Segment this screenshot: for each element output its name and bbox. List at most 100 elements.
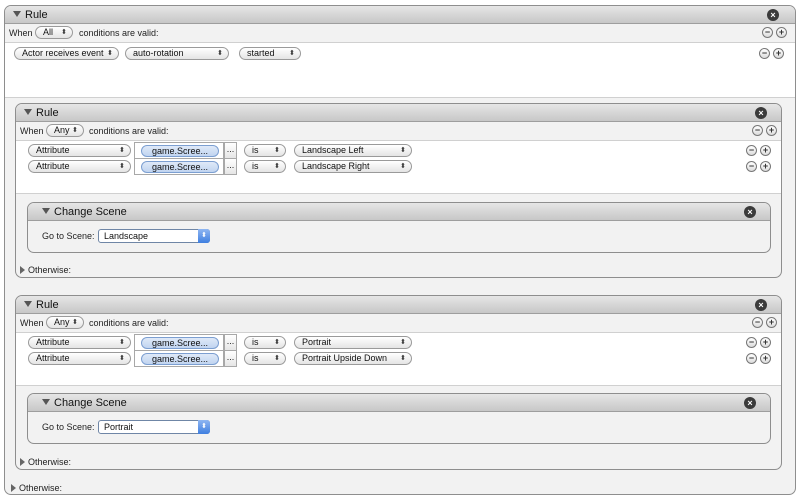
popup-arrows-icon: ⬍ [119, 339, 125, 346]
value-popup[interactable]: Landscape Left ⬍ [294, 144, 412, 157]
operator-popup[interactable]: is ⬍ [244, 160, 286, 173]
condition-type-value: Attribute [36, 353, 70, 363]
condition-type-popup[interactable]: Actor receives event ⬍ [14, 47, 119, 60]
popup-arrows-icon: ⬍ [274, 147, 280, 154]
match-value: Any [54, 317, 70, 327]
expand-triangle-icon[interactable] [20, 458, 25, 466]
attribute-token[interactable]: game.Scree... [141, 353, 219, 365]
rule-title: Rule [36, 107, 59, 119]
remove-condition-button[interactable]: − [759, 48, 770, 59]
expand-triangle-icon[interactable] [20, 266, 25, 274]
popup-arrows-icon: ⬍ [72, 127, 78, 134]
attribute-browse-button[interactable]: ... [224, 334, 237, 351]
condition-type-popup[interactable]: Attribute ⬍ [28, 144, 131, 157]
scene-value: Landscape [104, 231, 149, 241]
popup-arrows-icon: ⬍ [274, 339, 280, 346]
condition-type-popup[interactable]: Attribute ⬍ [28, 352, 131, 365]
remove-condition-button[interactable]: − [752, 125, 763, 136]
remove-condition-button[interactable]: − [762, 27, 773, 38]
change-scene-portrait-panel: Change Scene × Go to Scene: Portrait ⬍ [27, 393, 771, 444]
popup-arrows-icon: ⬍ [400, 147, 406, 154]
match-any-popup[interactable]: Any ⬍ [46, 316, 84, 329]
close-icon[interactable]: × [744, 397, 756, 409]
remove-condition-button[interactable]: − [746, 353, 757, 364]
match-all-popup[interactable]: All ⬍ [35, 26, 73, 39]
add-condition-button[interactable]: + [760, 337, 771, 348]
event-state-popup[interactable]: started ⬍ [239, 47, 301, 60]
event-popup[interactable]: auto-rotation ⬍ [125, 47, 229, 60]
rule-landscape-conditions: Attribute ⬍ game.Scree... ... is ⬍ Lands… [16, 140, 781, 194]
rule-landscape-otherwise-toggle[interactable]: Otherwise: [20, 265, 71, 275]
scene-select[interactable]: Landscape ⬍ [98, 229, 210, 243]
change-scene-title: Change Scene [54, 206, 127, 218]
remove-condition-button[interactable]: − [752, 317, 763, 328]
scene-value: Portrait [104, 422, 134, 432]
operator-popup[interactable]: is ⬍ [244, 336, 286, 349]
value-text: Landscape Right [302, 161, 370, 171]
rule-portrait-panel: Rule × When Any ⬍ conditions are valid: … [15, 295, 782, 470]
operator-popup[interactable]: is ⬍ [244, 144, 286, 157]
rule-portrait-header[interactable]: Rule × [16, 296, 781, 314]
condition-type-popup[interactable]: Attribute ⬍ [28, 160, 131, 173]
rule-landscape-header[interactable]: Rule × [16, 104, 781, 122]
close-icon[interactable]: × [767, 9, 779, 21]
attribute-browse-button[interactable]: ... [224, 350, 237, 367]
outer-otherwise-toggle[interactable]: Otherwise: [11, 483, 62, 493]
scene-select[interactable]: Portrait ⬍ [98, 420, 210, 434]
change-scene-header[interactable]: Change Scene × [28, 203, 770, 221]
collapse-triangle-icon[interactable] [42, 399, 50, 405]
attribute-token[interactable]: game.Scree... [141, 337, 219, 349]
outer-when-row: When All ⬍ conditions are valid: − + [5, 26, 795, 41]
collapse-triangle-icon[interactable] [42, 208, 50, 214]
expand-triangle-icon[interactable] [11, 484, 16, 492]
attribute-token[interactable]: game.Scree... [141, 145, 219, 157]
popup-arrows-icon: ⬍ [61, 29, 67, 36]
match-any-popup[interactable]: Any ⬍ [46, 124, 84, 137]
value-popup[interactable]: Portrait ⬍ [294, 336, 412, 349]
popup-arrows-icon: ⬍ [400, 339, 406, 346]
add-condition-button[interactable]: + [773, 48, 784, 59]
rule-portrait-when-row: When Any ⬍ conditions are valid: − + [16, 316, 781, 331]
popup-arrows-icon: ⬍ [198, 420, 210, 434]
close-icon[interactable]: × [755, 299, 767, 311]
popup-arrows-icon: ⬍ [119, 147, 125, 154]
add-condition-button[interactable]: + [766, 125, 777, 136]
collapse-triangle-icon[interactable] [24, 301, 32, 307]
attribute-field[interactable]: game.Scree... [134, 142, 224, 159]
attribute-field[interactable]: game.Scree... [134, 350, 224, 367]
when-label: When [20, 126, 44, 136]
value-popup[interactable]: Portrait Upside Down ⬍ [294, 352, 412, 365]
popup-arrows-icon: ⬍ [400, 163, 406, 170]
value-popup[interactable]: Landscape Right ⬍ [294, 160, 412, 173]
popup-arrows-icon: ⬍ [198, 229, 210, 243]
add-condition-button[interactable]: + [760, 161, 771, 172]
condition-type-value: Attribute [36, 337, 70, 347]
operator-popup[interactable]: is ⬍ [244, 352, 286, 365]
rule-landscape-when-row: When Any ⬍ conditions are valid: − + [16, 124, 781, 139]
outer-rule-header[interactable]: Rule × [5, 6, 795, 24]
conditions-label: conditions are valid: [89, 126, 169, 136]
condition-type-popup[interactable]: Attribute ⬍ [28, 336, 131, 349]
add-condition-button[interactable]: + [766, 317, 777, 328]
collapse-triangle-icon[interactable] [24, 109, 32, 115]
close-icon[interactable]: × [755, 107, 767, 119]
change-scene-title: Change Scene [54, 397, 127, 409]
remove-condition-button[interactable]: − [746, 337, 757, 348]
collapse-triangle-icon[interactable] [13, 11, 21, 17]
event-value: auto-rotation [133, 48, 184, 58]
attribute-field[interactable]: game.Scree... [134, 158, 224, 175]
match-value: All [43, 27, 54, 37]
close-icon[interactable]: × [744, 206, 756, 218]
change-scene-header[interactable]: Change Scene × [28, 394, 770, 412]
attribute-browse-button[interactable]: ... [224, 158, 237, 175]
add-condition-button[interactable]: + [760, 353, 771, 364]
rule-portrait-otherwise-toggle[interactable]: Otherwise: [20, 457, 71, 467]
operator-value: is [252, 353, 259, 363]
attribute-browse-button[interactable]: ... [224, 142, 237, 159]
attribute-token[interactable]: game.Scree... [141, 161, 219, 173]
remove-condition-button[interactable]: − [746, 145, 757, 156]
attribute-field[interactable]: game.Scree... [134, 334, 224, 351]
remove-condition-button[interactable]: − [746, 161, 757, 172]
add-condition-button[interactable]: + [776, 27, 787, 38]
add-condition-button[interactable]: + [760, 145, 771, 156]
